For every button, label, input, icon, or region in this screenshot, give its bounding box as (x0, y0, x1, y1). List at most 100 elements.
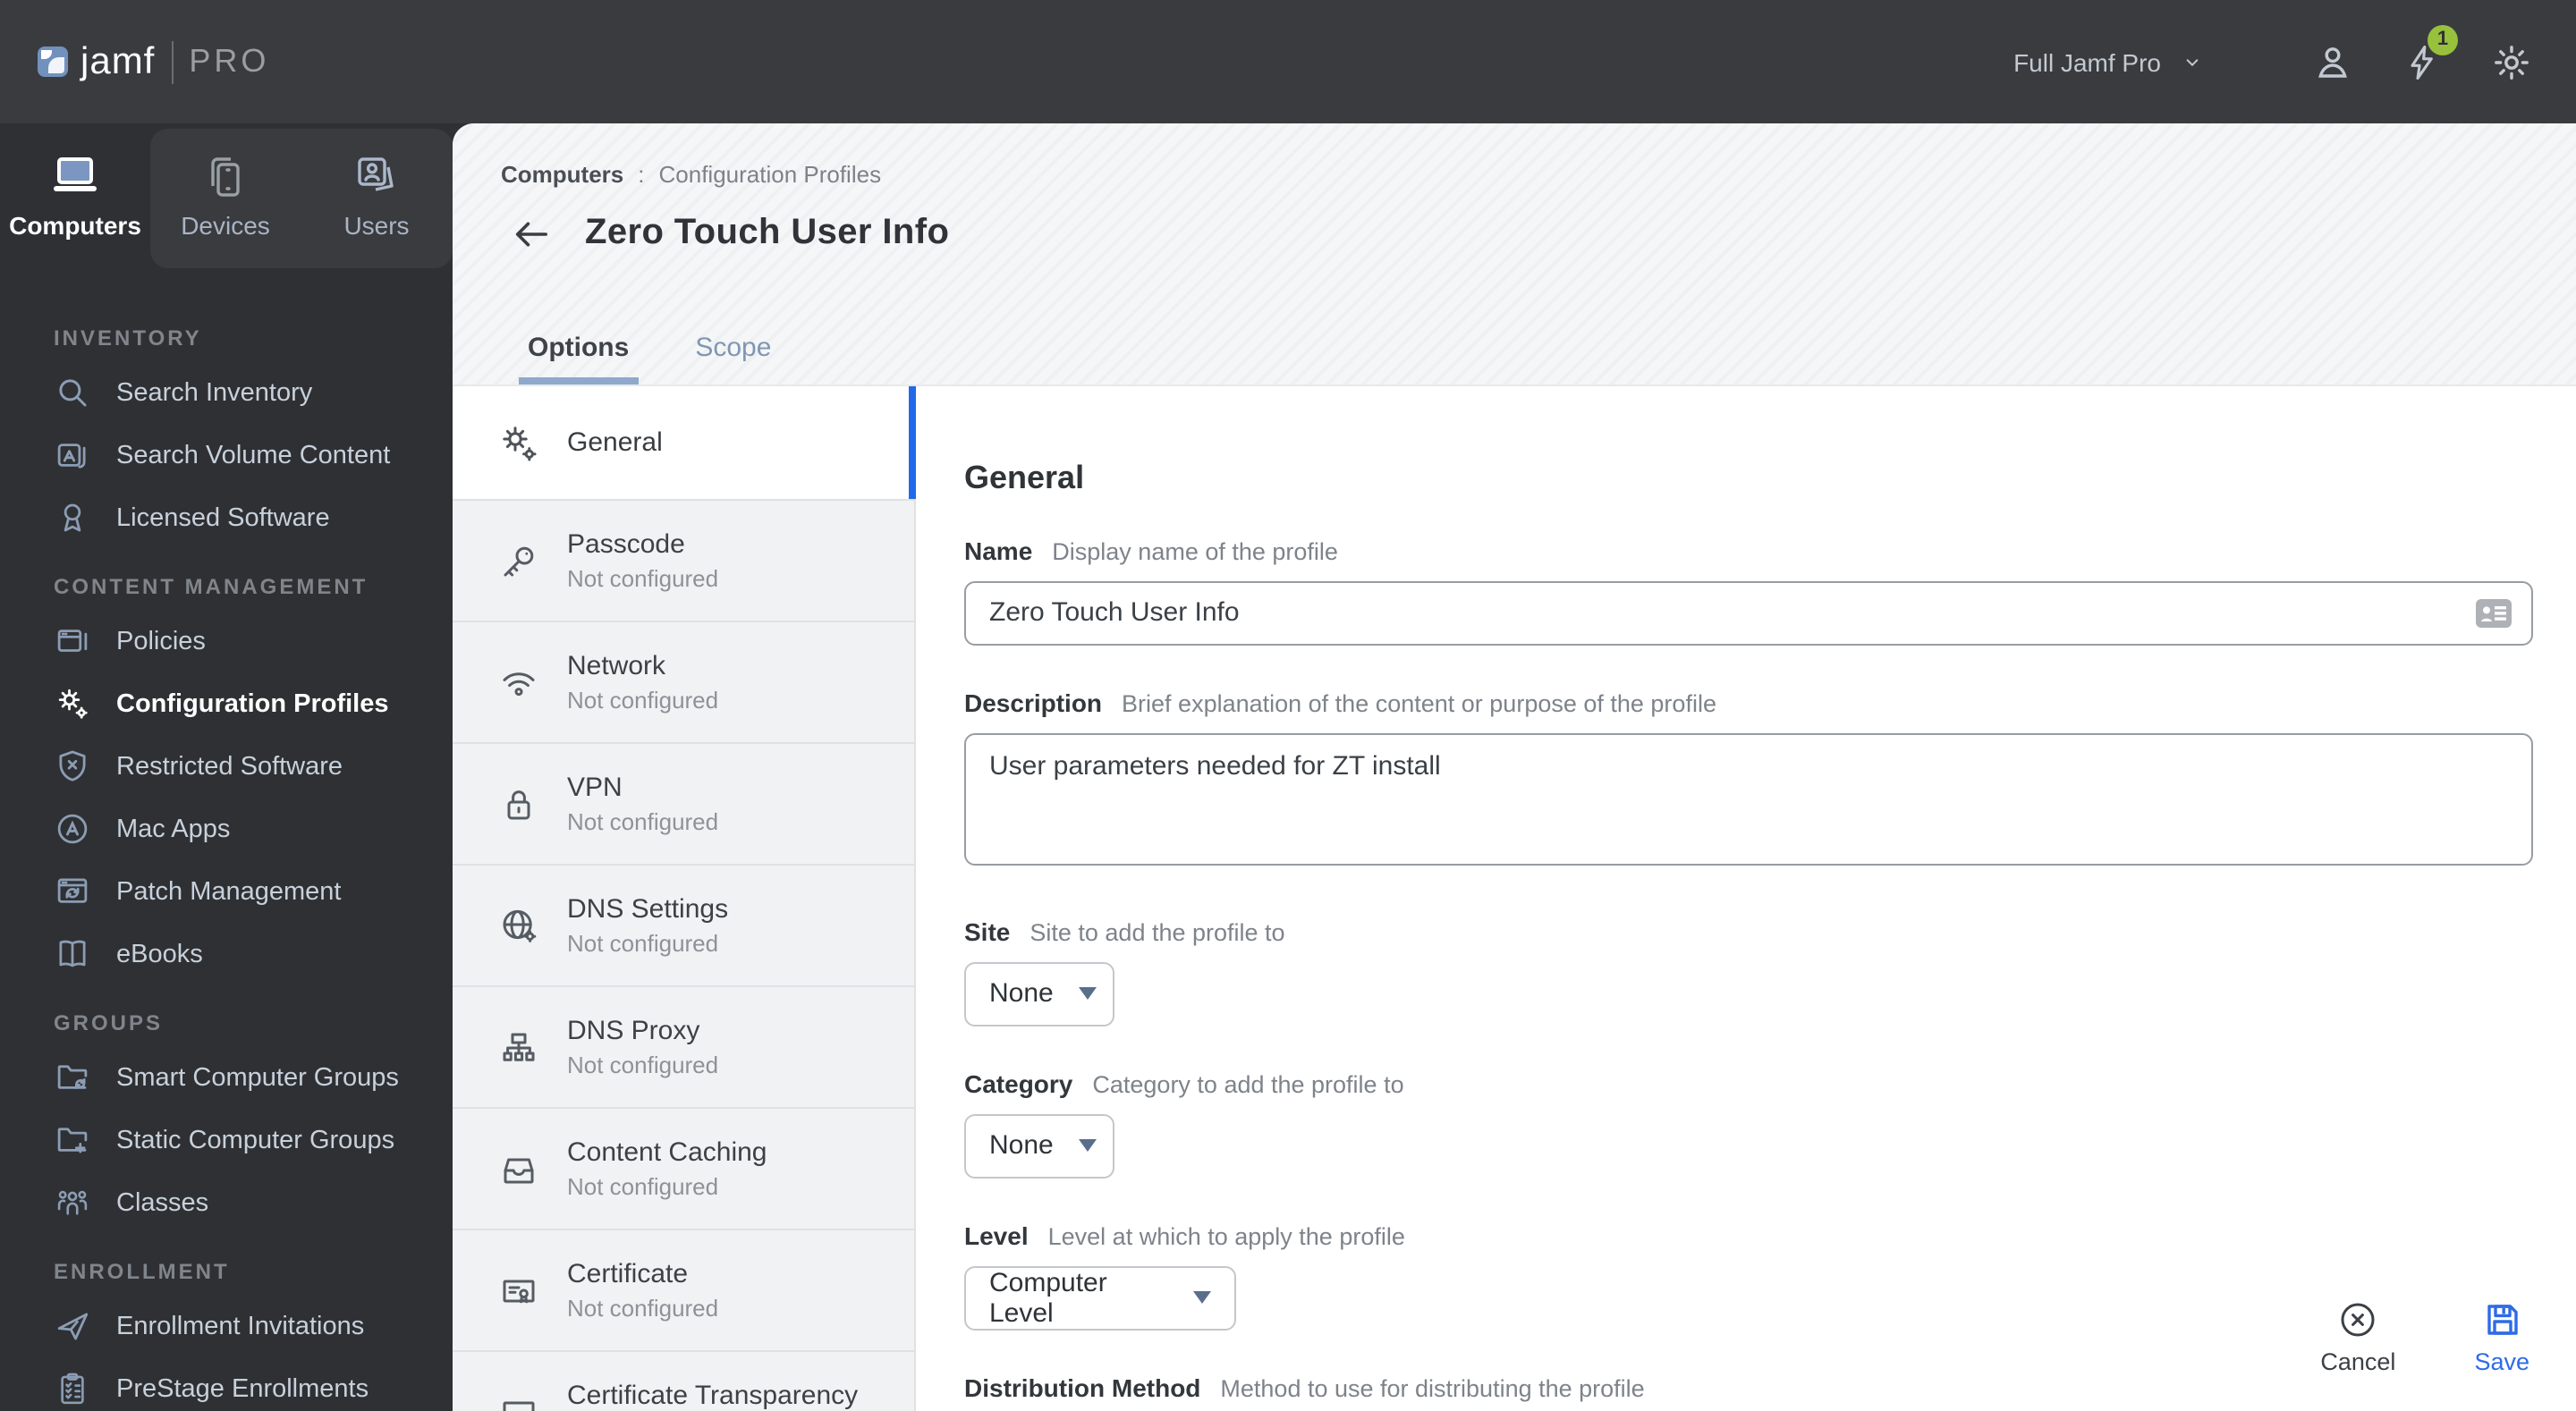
sidebar: Computers Devices Users INVENTORY Search… (0, 123, 453, 1411)
account-button[interactable] (2311, 40, 2354, 83)
payload-title: Certificate Transparency (567, 1381, 859, 1411)
sidebar-item-mac-apps[interactable]: Mac Apps (0, 798, 453, 860)
notifications-button[interactable]: 1 (2402, 24, 2458, 83)
payload-status: Not configured (567, 1052, 719, 1078)
tab-scope[interactable]: Scope (695, 333, 771, 384)
name-label: Name (964, 536, 1033, 565)
breadcrumb-configuration-profiles[interactable]: Configuration Profiles (659, 161, 882, 188)
name-input[interactable] (964, 580, 2533, 646)
sidebar-item-search-volume-content[interactable]: Search Volume Content (0, 424, 453, 486)
top-bar-right: Full Jamf Pro 1 (2013, 24, 2533, 83)
section-header-groups: GROUPS (54, 1010, 164, 1035)
config-profiles-icon (54, 685, 91, 722)
section-header-content-management: CONTENT MANAGEMENT (54, 574, 369, 599)
payload-general[interactable]: General (453, 386, 916, 501)
sidebar-item-configuration-profiles[interactable]: Configuration Profiles (0, 672, 453, 735)
folder-sync-icon (54, 1059, 91, 1096)
payload-dns-proxy[interactable]: DNS Proxy Not configured (453, 987, 914, 1109)
sidebar-item-classes[interactable]: Classes (0, 1171, 453, 1234)
category-field-group: Category Category to add the profile to … (964, 1069, 2533, 1179)
payload-title: General (567, 427, 663, 458)
sidebar-item-label: PreStage Enrollments (116, 1374, 369, 1403)
payload-passcode[interactable]: Passcode Not configured (453, 501, 914, 622)
form-heading: General (964, 459, 1085, 495)
key-icon (497, 539, 540, 582)
clipboard-icon (54, 1370, 91, 1407)
cancel-button[interactable]: Cancel (2320, 1298, 2395, 1375)
category-select[interactable]: None (964, 1113, 1114, 1179)
cancel-label: Cancel (2320, 1348, 2396, 1375)
certificate-icon (497, 1390, 540, 1411)
save-button[interactable]: Save (2474, 1298, 2529, 1375)
distribution-method-help: Method to use for distributing the profi… (1220, 1374, 1645, 1402)
payload-content-caching[interactable]: Content Caching Not configured (453, 1109, 914, 1230)
level-label: Level (964, 1221, 1029, 1250)
content-tabs: Options Scope (519, 333, 771, 384)
search-icon (54, 374, 91, 411)
distribution-method-label: Distribution Method (964, 1373, 1201, 1402)
sidebar-item-static-computer-groups[interactable]: Static Computer Groups (0, 1109, 453, 1171)
sidebar-item-policies[interactable]: Policies (0, 610, 453, 672)
payload-list: General Passcode Not configured Network … (453, 386, 916, 1411)
caret-down-icon (1078, 987, 1097, 1001)
sidebar-item-label: Enrollment Invitations (116, 1312, 365, 1340)
sidebar-item-label: Mac Apps (116, 815, 231, 843)
back-button[interactable] (512, 217, 551, 249)
payload-network[interactable]: Network Not configured (453, 622, 914, 744)
name-field-group: Name Display name of the profile (964, 537, 2533, 646)
jamf-logo-icon (38, 46, 68, 77)
description-field-group: Description Brief explanation of the con… (964, 689, 2533, 874)
payload-title: Network (567, 651, 666, 681)
jamf-pro-app: jamf PRO Full Jamf Pro 1 Computers Devic… (0, 0, 2576, 1411)
sidebar-item-prestage-enrollments[interactable]: PreStage Enrollments (0, 1357, 453, 1411)
sidebar-item-label: Classes (116, 1188, 209, 1217)
tab-users[interactable]: Users (301, 123, 453, 268)
site-field-group: Site Site to add the profile to None (964, 917, 2533, 1027)
sidebar-item-licensed-software[interactable]: Licensed Software (0, 486, 453, 549)
payload-dns-settings[interactable]: DNS Settings Not configured (453, 866, 914, 987)
mac-apps-icon (54, 810, 91, 848)
context-switcher[interactable]: Full Jamf Pro (2013, 47, 2202, 76)
volume-content-icon (54, 436, 91, 474)
tab-options[interactable]: Options (519, 333, 638, 384)
payload-certificate-transparency[interactable]: Certificate Transparency Not configured (453, 1352, 914, 1411)
sidebar-item-smart-computer-groups[interactable]: Smart Computer Groups (0, 1046, 453, 1109)
sidebar-item-label: Patch Management (116, 877, 342, 906)
gears-icon (497, 421, 540, 464)
content-header: Computers : Configuration Profiles Zero … (453, 123, 2576, 386)
payload-title: Content Caching (567, 1137, 767, 1168)
tab-computers-label: Computers (9, 210, 141, 239)
users-icon (352, 153, 401, 199)
sidebar-item-restricted-software[interactable]: Restricted Software (0, 735, 453, 798)
sidebar-item-ebooks[interactable]: eBooks (0, 923, 453, 985)
payload-certificate[interactable]: Certificate Not configured (453, 1230, 914, 1352)
logo-text-pro: PRO (189, 43, 270, 79)
sidebar-item-label: Licensed Software (116, 503, 330, 532)
level-select[interactable]: Computer Level (964, 1265, 1236, 1331)
payload-vpn[interactable]: VPN Not configured (453, 744, 914, 866)
account-icon (2311, 40, 2354, 83)
tab-computers[interactable]: Computers (0, 123, 150, 268)
sidebar-item-search-inventory[interactable]: Search Inventory (0, 361, 453, 424)
contact-card-icon[interactable] (2476, 598, 2512, 628)
wifi-icon (497, 661, 540, 704)
breadcrumb: Computers : Configuration Profiles (501, 161, 881, 188)
sidebar-item-patch-management[interactable]: Patch Management (0, 860, 453, 923)
category-help: Category to add the profile to (1092, 1070, 1404, 1098)
site-help: Site to add the profile to (1030, 918, 1285, 946)
lock-icon (497, 782, 540, 825)
section-header-inventory: INVENTORY (54, 325, 202, 351)
tab-devices[interactable]: Devices (150, 123, 301, 268)
distribution-method-field-group: Distribution Method Method to use for di… (964, 1373, 2533, 1411)
certificate-icon (497, 1269, 540, 1312)
site-select[interactable]: None (964, 961, 1114, 1027)
gear-icon (2490, 40, 2533, 83)
ebooks-icon (54, 935, 91, 973)
description-textarea[interactable]: User parameters needed for ZT install (964, 732, 2533, 866)
patch-management-icon (54, 873, 91, 910)
level-select-value: Computer Level (989, 1267, 1107, 1329)
cancel-circle-x-icon (2336, 1298, 2379, 1341)
breadcrumb-computers[interactable]: Computers (501, 161, 623, 188)
sidebar-item-enrollment-invitations[interactable]: Enrollment Invitations (0, 1295, 453, 1357)
settings-button[interactable] (2490, 40, 2533, 83)
